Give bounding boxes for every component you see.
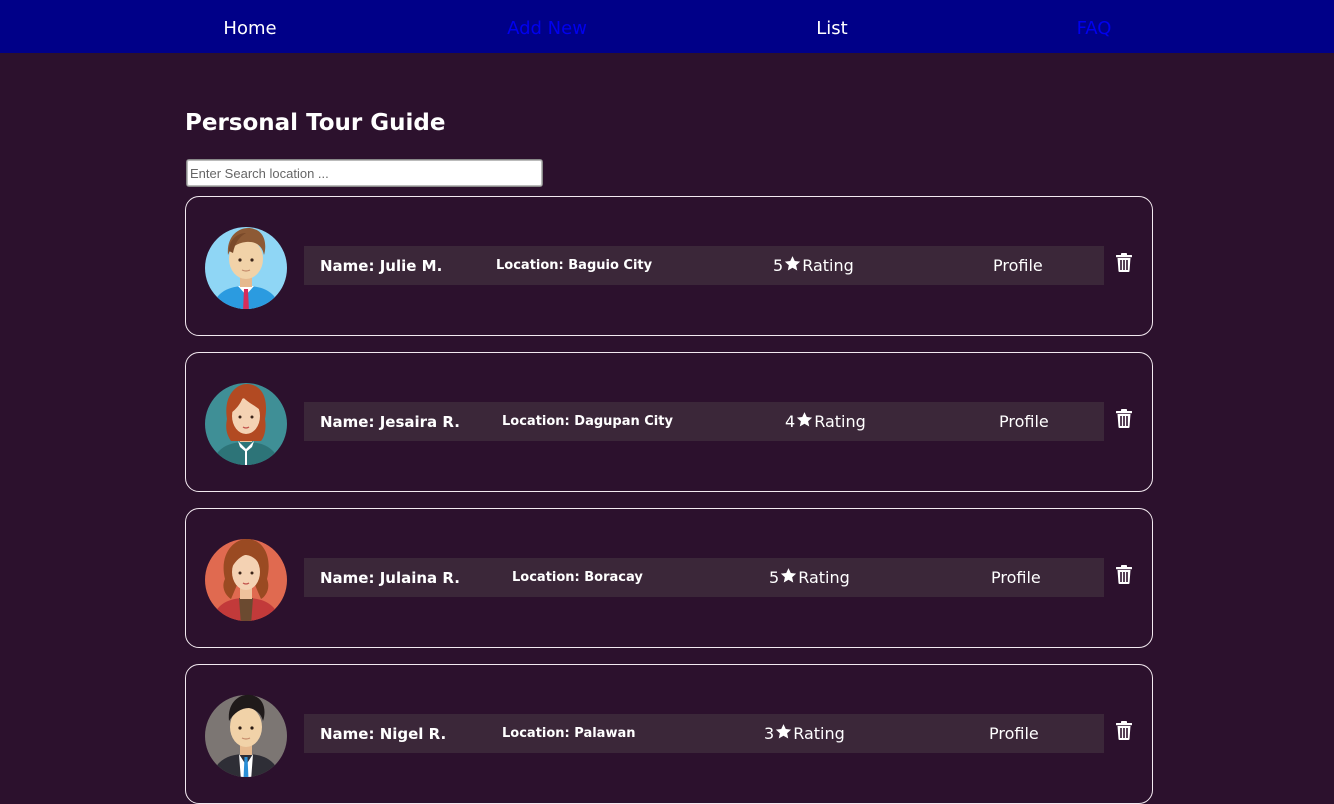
trash-icon[interactable] [1116, 409, 1132, 428]
guide-rating: 3 Rating [764, 714, 845, 753]
star-icon [775, 723, 792, 740]
guide-card: Name: Julaina R. Location: Boracay 5 Rati… [185, 508, 1153, 648]
guide-rating: 4 Rating [785, 402, 866, 441]
female-guide-avatar [205, 383, 287, 465]
nav-add-new-link[interactable]: Add New [507, 0, 587, 53]
nav-home-link[interactable]: Home [223, 0, 276, 53]
guide-rating: 5 Rating [769, 558, 850, 597]
guide-location: Location: Dagupan City [502, 414, 673, 429]
male-guide-avatar [205, 227, 287, 309]
profile-link[interactable]: Profile [991, 558, 1041, 597]
guide-info-bar: Name: Nigel R. Location: Palawan 3 Rating… [304, 714, 1104, 753]
male-guide-avatar [205, 694, 287, 777]
guide-card: Name: Julie M. Location: Baguio City 5 Ra… [185, 196, 1153, 336]
rating-label: Rating [798, 568, 850, 587]
guide-info-bar: Name: Julaina R. Location: Boracay 5 Rati… [304, 558, 1104, 597]
guide-location: Location: Baguio City [496, 258, 653, 273]
rating-value: 5 [769, 568, 780, 587]
trash-icon[interactable] [1116, 721, 1132, 740]
guide-rating: 5 Rating [773, 246, 854, 285]
nav-faq-link[interactable]: FAQ [1077, 0, 1112, 53]
trash-icon[interactable] [1116, 253, 1132, 272]
star-icon [780, 567, 797, 584]
star-icon [796, 411, 813, 428]
rating-value: 4 [785, 412, 796, 431]
guide-card: Name: Jesaira R. Location: Dagupan City … [185, 352, 1153, 492]
rating-label: Rating [802, 256, 854, 275]
guide-name: Name: Julaina R. [320, 569, 460, 587]
search-location-input[interactable] [186, 159, 543, 187]
rating-label: Rating [814, 412, 866, 431]
profile-link[interactable]: Profile [989, 714, 1039, 753]
guide-location: Location: Palawan [502, 726, 636, 741]
page-title: Personal Tour Guide [185, 110, 446, 136]
rating-label: Rating [793, 724, 845, 743]
rating-value: 3 [764, 724, 775, 743]
nav-list-link[interactable]: List [816, 0, 847, 53]
female-guide-avatar [205, 539, 287, 621]
guide-name: Name: Julie M. [320, 257, 443, 275]
guide-name: Name: Nigel R. [320, 725, 447, 743]
guide-card: Name: Nigel R. Location: Palawan 3 Rating… [185, 664, 1153, 804]
guide-name: Name: Jesaira R. [320, 413, 460, 431]
star-icon [784, 255, 801, 272]
top-navbar: Home Add New List FAQ [0, 0, 1334, 53]
guide-info-bar: Name: Julie M. Location: Baguio City 5 Ra… [304, 246, 1104, 285]
profile-link[interactable]: Profile [993, 246, 1043, 285]
guide-location: Location: Boracay [512, 570, 643, 585]
profile-link[interactable]: Profile [999, 402, 1049, 441]
rating-value: 5 [773, 256, 784, 275]
trash-icon[interactable] [1116, 565, 1132, 584]
guide-info-bar: Name: Jesaira R. Location: Dagupan City … [304, 402, 1104, 441]
